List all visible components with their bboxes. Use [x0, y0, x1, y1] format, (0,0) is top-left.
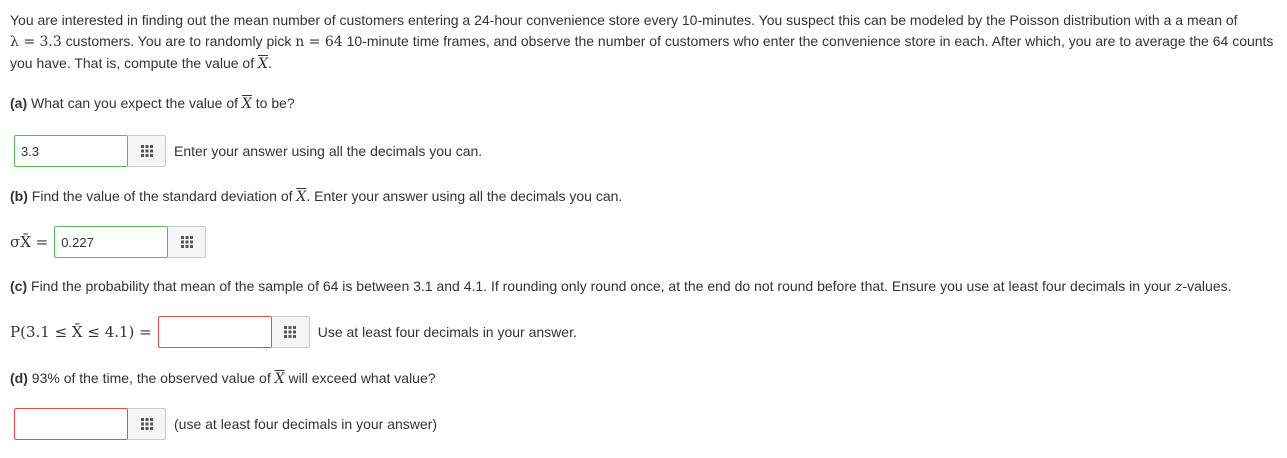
sigma-xbar-label: σX̄ = [10, 233, 49, 251]
part-b-question: (b) Find the value of the standard devia… [10, 188, 622, 205]
part-b-label: (b) [10, 188, 28, 204]
question-text: What can you expect the value of [27, 95, 242, 111]
x-bar-symbol: X [296, 189, 307, 205]
keypad-button[interactable] [128, 135, 166, 167]
probability-label: P(3.1 ≤ X̄ ≤ 4.1) = [10, 323, 152, 341]
part-d-answer-row: (use at least four decimals in your answ… [14, 408, 437, 440]
part-d-label: (d) [10, 370, 28, 386]
intro-text: you have. That is, compute the value of [10, 55, 259, 71]
part-a-question: (a) What can you expect the value of X t… [10, 95, 295, 112]
question-text: -values. [1182, 278, 1232, 294]
part-d-question: (d) 93% of the time, the observed value … [10, 370, 436, 387]
lambda-value: λ = 3.3 [10, 34, 62, 50]
part-a-answer-input[interactable] [14, 135, 128, 167]
intro-line-1: You are interested in finding out the me… [10, 12, 1238, 28]
part-c-question: (c) Find the probability that mean of th… [10, 278, 1232, 295]
question-text: to be? [251, 95, 295, 111]
x-bar-symbol: X [258, 56, 268, 72]
part-b-answer-input[interactable] [54, 226, 169, 258]
part-b-answer-row: σX̄ = [10, 226, 207, 258]
x-bar-symbol: X [241, 96, 252, 112]
question-text: will exceed what value? [284, 370, 436, 386]
part-d-hint: (use at least four decimals in your answ… [174, 416, 437, 432]
keypad-button[interactable] [128, 408, 166, 440]
problem-statement: You are interested in finding out the me… [10, 10, 1280, 75]
sample-size: n = 64 [295, 34, 343, 50]
part-c-label: (c) [10, 278, 28, 294]
intro-text: customers. You are to randomly pick [61, 33, 296, 49]
part-a-answer-row: Enter your answer using all the decimals… [14, 135, 482, 167]
part-d-answer-input[interactable] [14, 408, 128, 440]
keypad-icon [140, 145, 153, 157]
keypad-icon [180, 236, 193, 248]
question-text: 93% of the time, the observed value of [27, 370, 275, 386]
keypad-icon [284, 326, 297, 338]
question-text: Find the value of the standard deviation… [27, 188, 297, 204]
part-a-hint: Enter your answer using all the decimals… [174, 143, 483, 159]
question-text: . Enter your answer using all the decima… [306, 188, 623, 204]
intro-text: . [267, 55, 272, 71]
keypad-icon [140, 418, 153, 430]
part-a-label: (a) [10, 95, 28, 111]
part-c-hint: Use at least four decimals in your answe… [317, 324, 577, 340]
question-text: Find the probability that mean of the sa… [27, 278, 1176, 294]
keypad-button[interactable] [271, 316, 310, 348]
x-bar-symbol: X [274, 371, 285, 387]
part-c-answer-row: P(3.1 ≤ X̄ ≤ 4.1) = Use at least four de… [10, 316, 577, 348]
intro-text: 10-minute time frames, and observe the n… [342, 33, 1274, 49]
keypad-button[interactable] [168, 226, 207, 258]
part-c-answer-input[interactable] [157, 316, 272, 348]
